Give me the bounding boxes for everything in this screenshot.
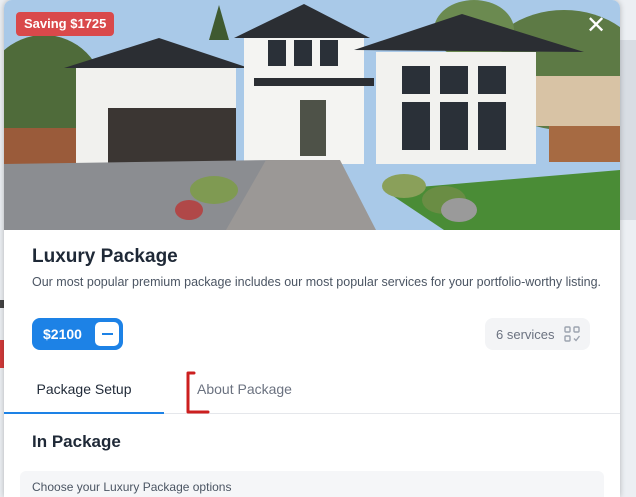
tab-package-setup[interactable]: Package Setup xyxy=(4,370,164,414)
minus-icon xyxy=(101,333,113,335)
package-title: Luxury Package xyxy=(32,246,178,267)
close-button[interactable]: ✕ xyxy=(584,14,608,38)
package-details: Luxury Package Our most popular premium … xyxy=(4,230,620,497)
hero-image: Saving $1725 ✕ xyxy=(4,0,620,230)
in-package-heading: In Package xyxy=(32,432,121,451)
package-tabs: Package Setup About Package xyxy=(4,370,620,414)
close-icon[interactable]: ✕ xyxy=(586,12,606,39)
services-grid-icon xyxy=(564,326,580,342)
remove-package-button[interactable] xyxy=(95,322,119,346)
annotation-bracket xyxy=(186,371,210,414)
services-count-button[interactable]: 6 services xyxy=(485,318,590,350)
background-card xyxy=(620,40,636,220)
options-hint: Choose your Luxury Package options xyxy=(32,480,232,494)
services-count: 6 services xyxy=(496,326,555,342)
package-options-selector[interactable]: Choose your Luxury Package options xyxy=(20,471,604,497)
package-modal: Saving $1725 ✕ Luxury Package Our most p… xyxy=(4,0,620,497)
package-description: Our most popular premium package include… xyxy=(32,275,601,289)
package-price-toggle[interactable]: $2100 xyxy=(32,318,123,350)
package-price: $2100 xyxy=(43,326,82,342)
saving-badge: Saving $1725 xyxy=(16,12,115,36)
